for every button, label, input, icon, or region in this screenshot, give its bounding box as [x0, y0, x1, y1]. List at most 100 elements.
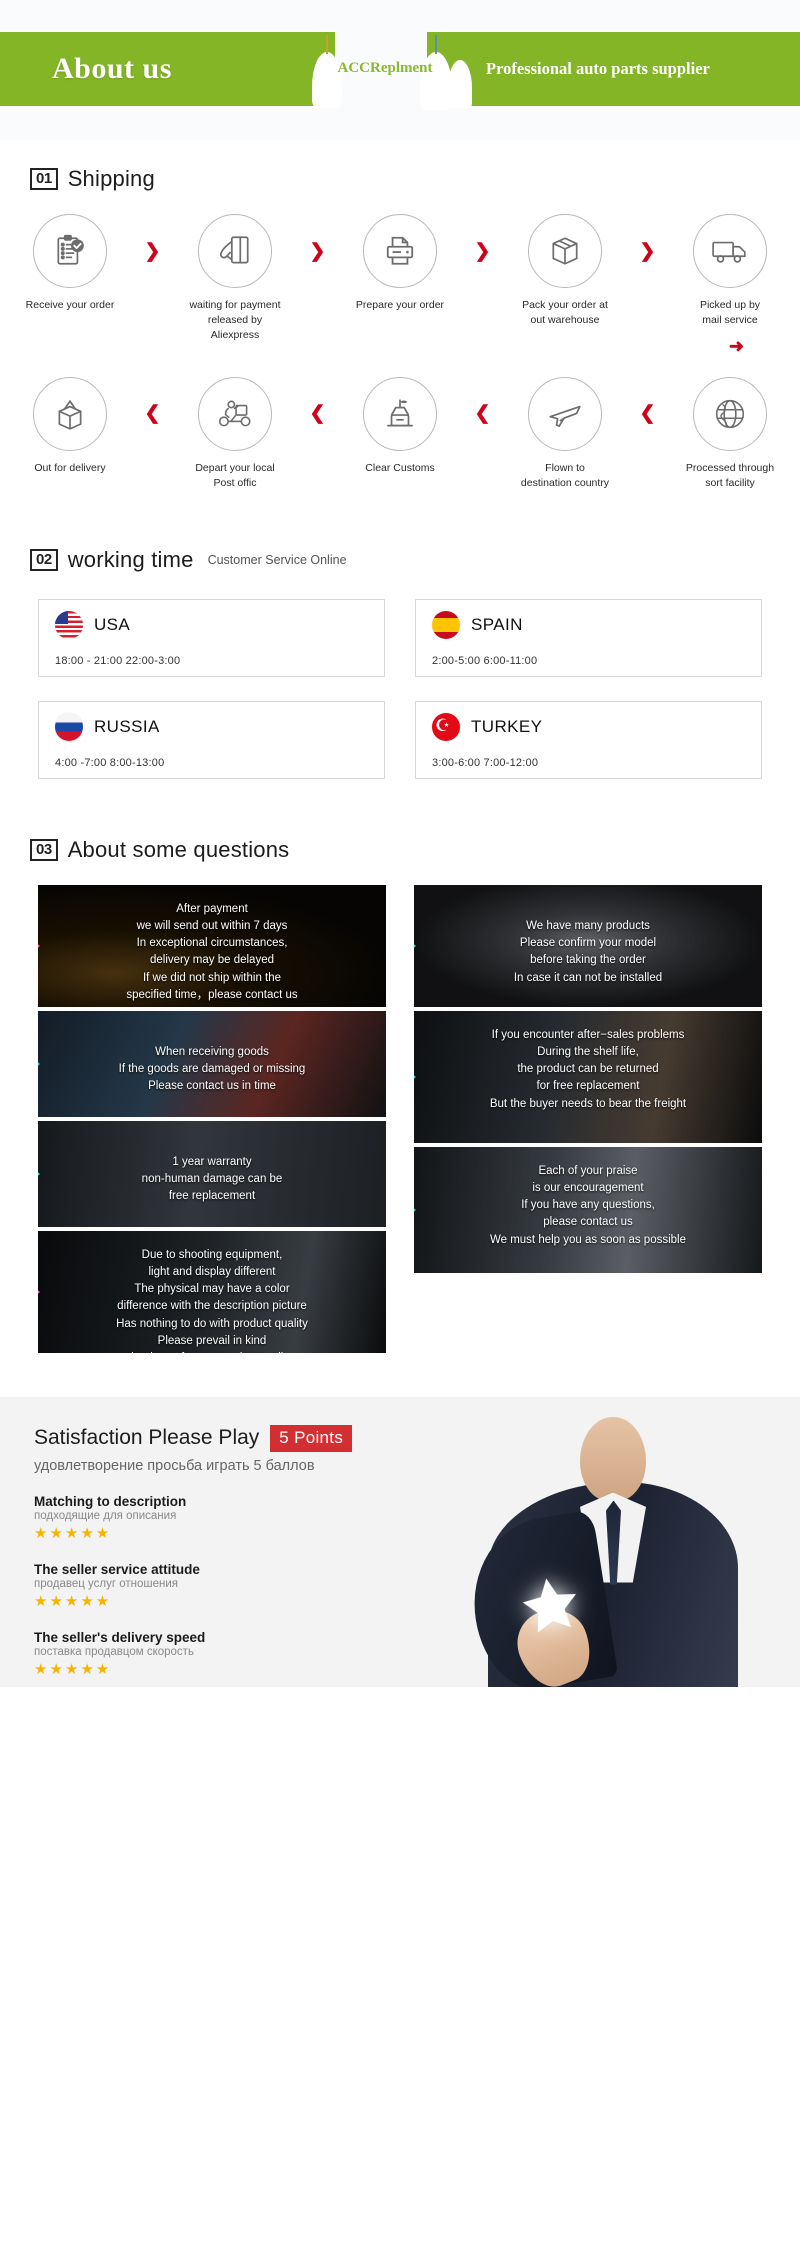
country-hours: 4:00 -7:00 8:00-13:00	[55, 756, 165, 769]
section-number-badge: 02	[30, 548, 58, 571]
working-time-section: 02 working time Customer Service Online …	[0, 491, 800, 779]
chevron-right-icon: ❯	[144, 240, 161, 262]
clipboard-check-icon	[53, 234, 87, 268]
step-circle	[363, 376, 437, 451]
shipping-step: Pack your order at out warehouse	[511, 214, 619, 328]
step-label: Picked up by mail service	[699, 299, 761, 326]
rating-item: The seller service attitude продавец усл…	[34, 1562, 454, 1610]
businessman-photo	[430, 1397, 800, 1687]
rating-label-ru: поставка продавцом скорость	[34, 1645, 194, 1658]
step-label: Out for delivery	[34, 461, 106, 474]
star-rating[interactable]: ★★★★★	[34, 1524, 454, 1542]
panel-arrow-icon	[38, 934, 40, 957]
faq-panel: We have many products Please confirm your…	[414, 884, 762, 1007]
step-circle	[528, 376, 602, 451]
faq-panel-text: When receiving goods If the goods are dam…	[118, 1045, 306, 1093]
step-circle	[33, 376, 107, 451]
shipping-step: Clear Customs	[346, 376, 454, 476]
rating-label-en: Matching to description	[34, 1493, 187, 1509]
step-circle	[693, 214, 767, 288]
step-circle	[33, 214, 107, 288]
country-card-russia: RUSSIA 4:00 -7:00 8:00-13:00	[38, 700, 385, 779]
rating-label-ru: продавец услуг отношения	[34, 1577, 179, 1590]
rating-item: Matching to description подходящие для о…	[34, 1494, 454, 1542]
chevron-left-icon: ❮	[474, 403, 491, 425]
logo-notch	[335, 0, 427, 112]
shipping-step: Processed through sort facility	[676, 376, 784, 491]
faq-panel: After payment we will send out within 7 d…	[38, 884, 386, 1007]
step-circle	[198, 376, 272, 451]
country-card-turkey: TURKEY 3:00-6:00 7:00-12:00	[415, 700, 762, 779]
open-box-icon	[53, 397, 87, 431]
faq-panel-text: We have many products Please confirm your…	[513, 919, 663, 984]
shipping-step: Out for delivery	[16, 376, 124, 476]
faq-panel-text: After payment we will send out within 7 d…	[126, 902, 298, 1001]
page-title: About us	[52, 52, 172, 85]
chevron-left-icon: ❮	[639, 403, 656, 425]
step-label: Pack your order at out warehouse	[522, 299, 608, 326]
faq-panel: 1 year warranty non-human damage can be fr…	[38, 1120, 386, 1227]
faq-panel: If you encounter after−sales problems Dur…	[414, 1010, 762, 1143]
section-title-text: working time	[67, 546, 194, 572]
star-rating[interactable]: ★★★★★	[34, 1592, 454, 1610]
chevron-left-icon: ❮	[144, 403, 161, 425]
step-circle	[363, 214, 437, 288]
customs-icon	[382, 397, 418, 431]
shipping-steps-row-1: Receive your order ❯ waiting for payment…	[0, 214, 800, 343]
chevron-left-icon: ❮	[309, 403, 326, 425]
faq-panel: Due to shooting equipment, light and disp…	[38, 1230, 386, 1353]
truck-icon	[711, 236, 749, 266]
dome-small-icon	[448, 60, 472, 108]
satisfaction-content: Satisfaction Please Play 5 Points удовле…	[34, 1424, 454, 1678]
shipping-step: Depart your local Post offic	[181, 376, 289, 491]
step-label: Flown to destination country	[520, 461, 610, 489]
section-title-text: About some questions	[67, 836, 290, 862]
russia-flag-icon	[55, 712, 83, 741]
country-name: SPAIN	[471, 614, 523, 634]
step-label: Processed through sort facility	[685, 461, 775, 489]
panel-arrow-icon	[38, 1162, 40, 1185]
country-hours: 18:00 - 21:00 22:00-3:00	[55, 654, 181, 667]
step-label: Prepare your order	[355, 299, 445, 311]
page-header: About us Professional auto parts supplie…	[0, 0, 800, 140]
country-name: RUSSIA	[94, 716, 160, 736]
star-rating[interactable]: ★★★★★	[34, 1660, 454, 1678]
panel-arrow-icon	[414, 934, 416, 957]
panel-arrow-icon	[414, 1198, 416, 1221]
step-circle	[198, 214, 272, 288]
country-hours-grid: USA 18:00 - 21:00 22:00-3:00 SPAIN 2:00-…	[0, 573, 800, 779]
chevron-right-icon: ❯	[309, 240, 326, 262]
panel-arrow-icon	[38, 1052, 40, 1075]
header-tagline: Professional auto parts supplier	[486, 59, 710, 78]
globe-icon	[713, 397, 747, 431]
faq-column-right: We have many products Please confirm your…	[414, 884, 762, 1357]
faq-panel-text: Each of your praise is our encouragement I…	[489, 1164, 687, 1246]
hand-card-icon	[217, 234, 253, 268]
country-card-spain: SPAIN 2:00-5:00 6:00-11:00	[415, 598, 762, 677]
faq-columns: After payment we will send out within 7 d…	[0, 863, 800, 1357]
section-title-text: Shipping	[67, 166, 155, 191]
section-number-badge: 03	[30, 838, 58, 861]
spain-flag-icon	[432, 610, 460, 639]
faq-panel-text: 1 year warranty non-human damage can be fr…	[141, 1155, 283, 1203]
section-subtitle-text: Customer Service Online	[207, 552, 347, 567]
faq-column-left: After payment we will send out within 7 d…	[38, 884, 386, 1357]
step-label: Receive your order	[25, 299, 115, 311]
country-name: USA	[94, 614, 131, 634]
shipping-section: 01 Shipping Receive your order ❯ waiting…	[0, 140, 800, 491]
chevron-right-icon: ❯	[639, 240, 656, 262]
step-label: Depart your local Post offic	[195, 461, 275, 489]
satisfaction-section: Satisfaction Please Play 5 Points удовле…	[0, 1396, 800, 1687]
step-circle	[693, 376, 767, 451]
airplane-icon	[546, 397, 584, 431]
points-badge: 5 Points	[270, 1424, 353, 1452]
shipping-step: waiting for payment released by Aliexpres…	[181, 214, 289, 343]
working-time-section-header: 02 working time Customer Service Online	[0, 547, 800, 573]
turkey-flag-icon	[432, 712, 460, 741]
glowing-star-icon	[514, 1568, 587, 1641]
faq-panel-text: If you encounter after−sales problems Dur…	[489, 1028, 687, 1110]
country-name: TURKEY	[471, 716, 543, 736]
country-hours: 3:00-6:00 7:00-12:00	[432, 756, 539, 769]
faq-panel-text: Due to shooting equipment, light and disp…	[116, 1248, 308, 1353]
shipping-step: Receive your order	[16, 214, 124, 313]
